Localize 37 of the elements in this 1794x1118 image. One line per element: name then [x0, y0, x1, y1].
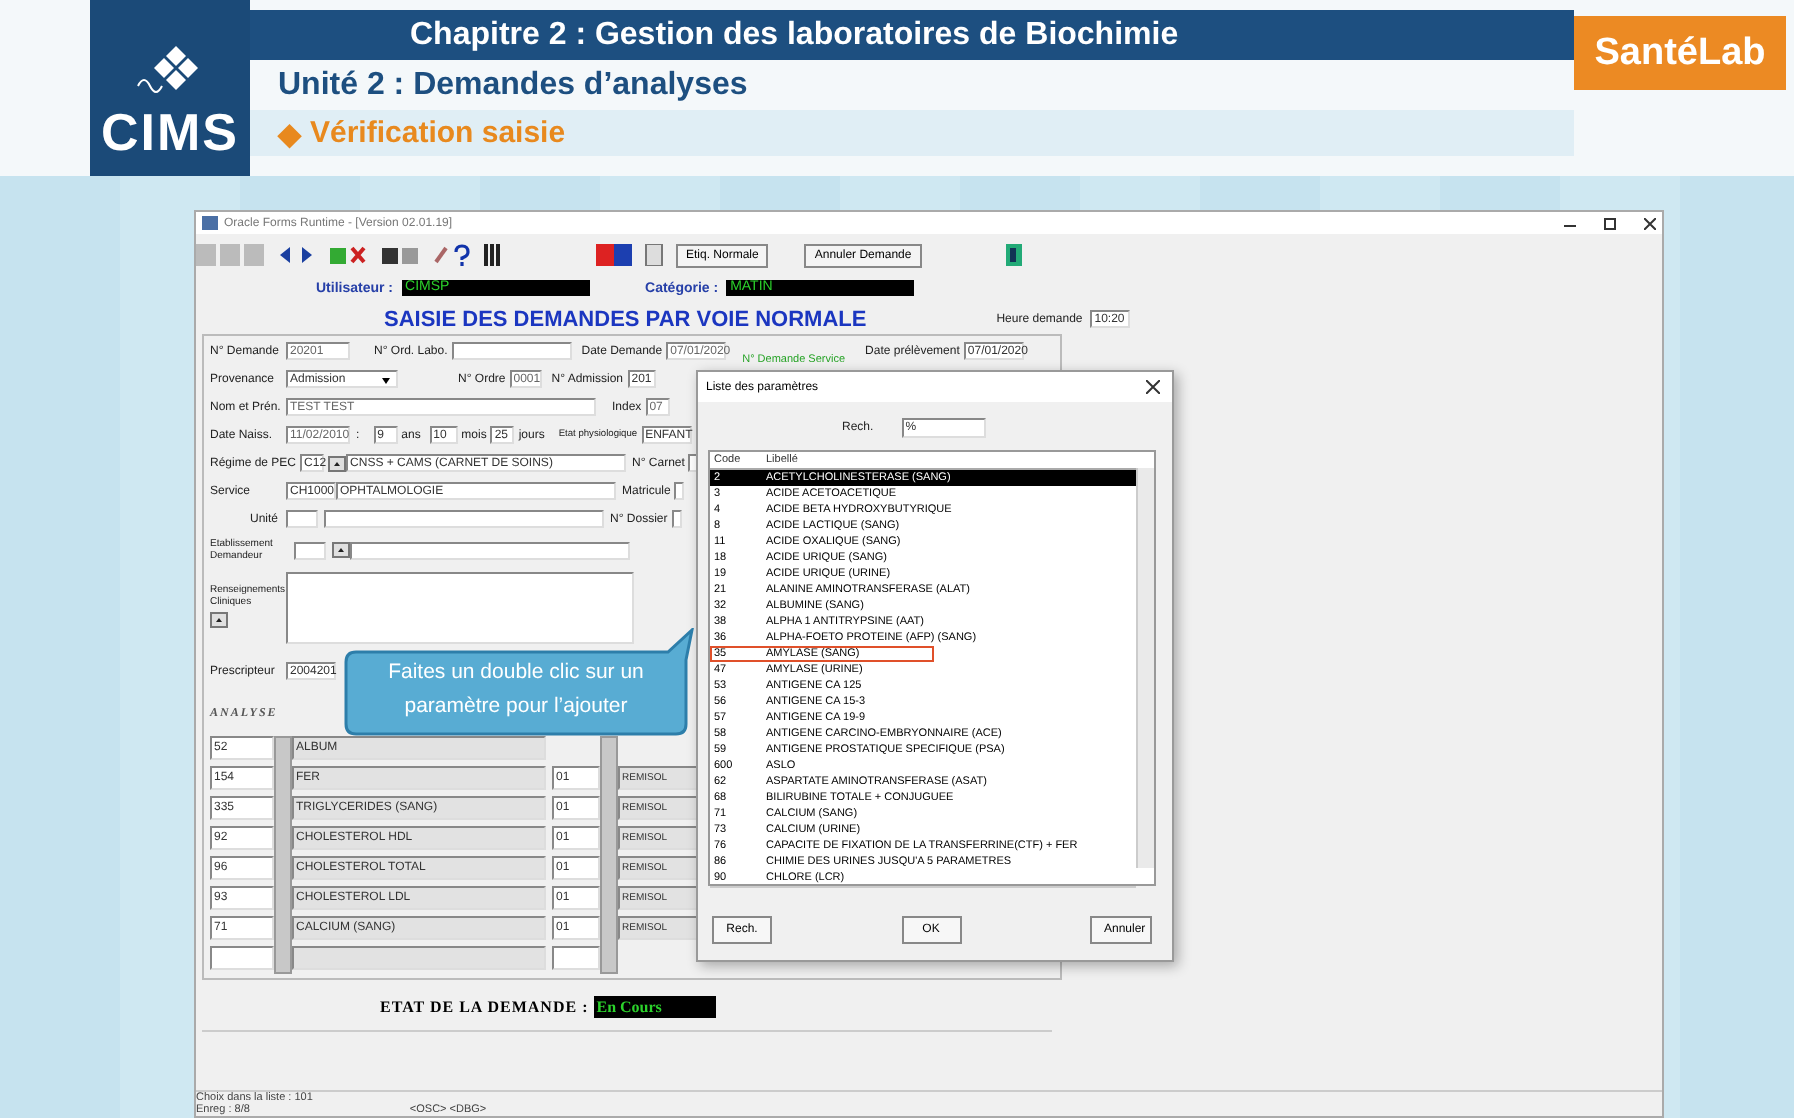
callout-text: Faites un double clic sur un paramètre pour l’ajouter [386, 658, 646, 722]
input-field[interactable] [350, 541, 630, 559]
scrollbar[interactable] [710, 886, 1136, 888]
unit-title: Unité 2 : Demandes d’analyses [278, 67, 748, 103]
scrollbar[interactable] [600, 736, 618, 974]
exit-door-icon[interactable] [1003, 244, 1024, 266]
color-block-icon[interactable] [596, 244, 632, 266]
close-icon[interactable] [1146, 380, 1160, 394]
status-field: En Cours [594, 996, 717, 1018]
close-icon[interactable] [1644, 217, 1656, 229]
diamond-bullet: ◆ [278, 115, 302, 151]
input-field[interactable] [324, 510, 604, 528]
chapter-title: Chapitre 2 : Gestion des laboratoires de Biochimie [250, 10, 1574, 60]
lookup-button[interactable] [210, 612, 228, 628]
table-cell[interactable] [552, 946, 600, 970]
brand-logo: SantéLab [1574, 16, 1786, 90]
caret-icon [378, 372, 394, 388]
add-remove-icon[interactable] [328, 244, 368, 266]
app-icon [202, 216, 218, 230]
scrollbar[interactable] [274, 736, 292, 974]
input-field[interactable] [451, 342, 572, 360]
panel-icon[interactable] [644, 244, 664, 266]
maximize-icon[interactable] [1604, 217, 1616, 229]
lookup-button[interactable] [328, 455, 347, 471]
section-title: Vérification saisie [310, 116, 566, 150]
navigation-arrows-icon[interactable] [276, 244, 316, 266]
form-title: SAISIE DES DEMANDES PAR VOIE NORMALE [384, 307, 867, 331]
scrollbar[interactable] [1136, 468, 1154, 868]
input-field[interactable] [286, 510, 318, 528]
columns-icon[interactable] [484, 244, 504, 266]
logo-text: CIMS [101, 102, 239, 164]
input-field[interactable] [294, 541, 326, 559]
lookup-button[interactable] [332, 542, 350, 558]
text-area[interactable] [286, 572, 634, 644]
status-label: ETAT DE LA DEMANDE : [380, 998, 589, 1016]
table-cell[interactable] [210, 946, 274, 970]
help-icon[interactable] [432, 244, 472, 266]
